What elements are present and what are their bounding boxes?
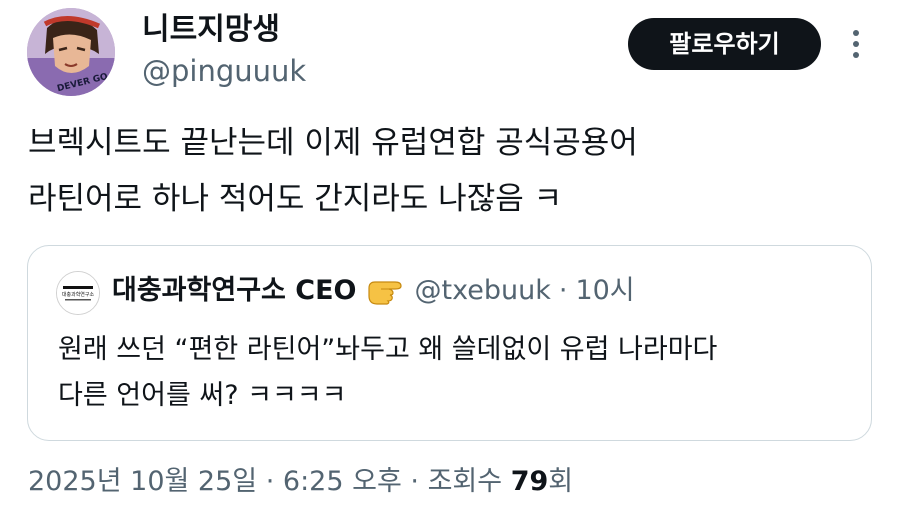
quoted-tweet-card[interactable]: 대충과학연구소 대충과학연구소 CEO @txebuuk · 10시 원래 쓰던… (27, 245, 872, 441)
pointing-hand-emoji-icon (365, 276, 407, 306)
views-label: 조회수 (427, 466, 503, 497)
tweet-time[interactable]: 6:25 오후 (283, 466, 402, 497)
views-suffix: 회 (548, 466, 574, 497)
author-display-name[interactable]: 니트지망생 (142, 10, 280, 50)
quote-author-avatar: 대충과학연구소 (56, 271, 100, 315)
anime-character-avatar-icon: DEVER GO (27, 8, 115, 96)
author-avatar[interactable]: DEVER GO (27, 8, 115, 96)
views-count: 79 (510, 466, 549, 497)
quote-header: 대충과학연구소 CEO @txebuuk · 10시 (112, 272, 635, 310)
quote-text-line: 원래 쓰던 “편한 라틴어”놔두고 왜 쓸데없이 유럽 나라마다 (58, 334, 718, 365)
tweet-date[interactable]: 2025년 10월 25일 (28, 466, 257, 497)
quote-author-name[interactable]: 대충과학연구소 CEO (112, 272, 357, 310)
quote-separator: · (558, 275, 568, 306)
quote-author-handle[interactable]: @txebuuk (415, 272, 551, 310)
author-handle[interactable]: @pinguuuk (142, 52, 306, 90)
quote-text-line: 다른 언어를 써? ㅋㅋㅋㅋ (58, 380, 347, 411)
quote-avatar-text: 대충과학연구소 (62, 291, 95, 298)
tweet-text-line: 브렉시트도 끝난는데 이제 유럽연합 공식공용어 (28, 125, 638, 161)
quote-timestamp[interactable]: 10시 (575, 272, 634, 310)
tweet-text-line: 라틴어로 하나 적어도 간지라도 나잖음 ㅋ (28, 181, 563, 217)
follow-button[interactable]: 팔로우하기 (628, 18, 821, 70)
tweet-meta-row: 2025년 10월 25일 · 6:25 오후 · 조회수 79회 (28, 462, 573, 502)
meta-separator: · (410, 466, 419, 497)
more-button[interactable] (842, 26, 870, 62)
meta-separator: · (265, 466, 275, 497)
lab-logo-icon: 대충과학연구소 (57, 272, 99, 314)
